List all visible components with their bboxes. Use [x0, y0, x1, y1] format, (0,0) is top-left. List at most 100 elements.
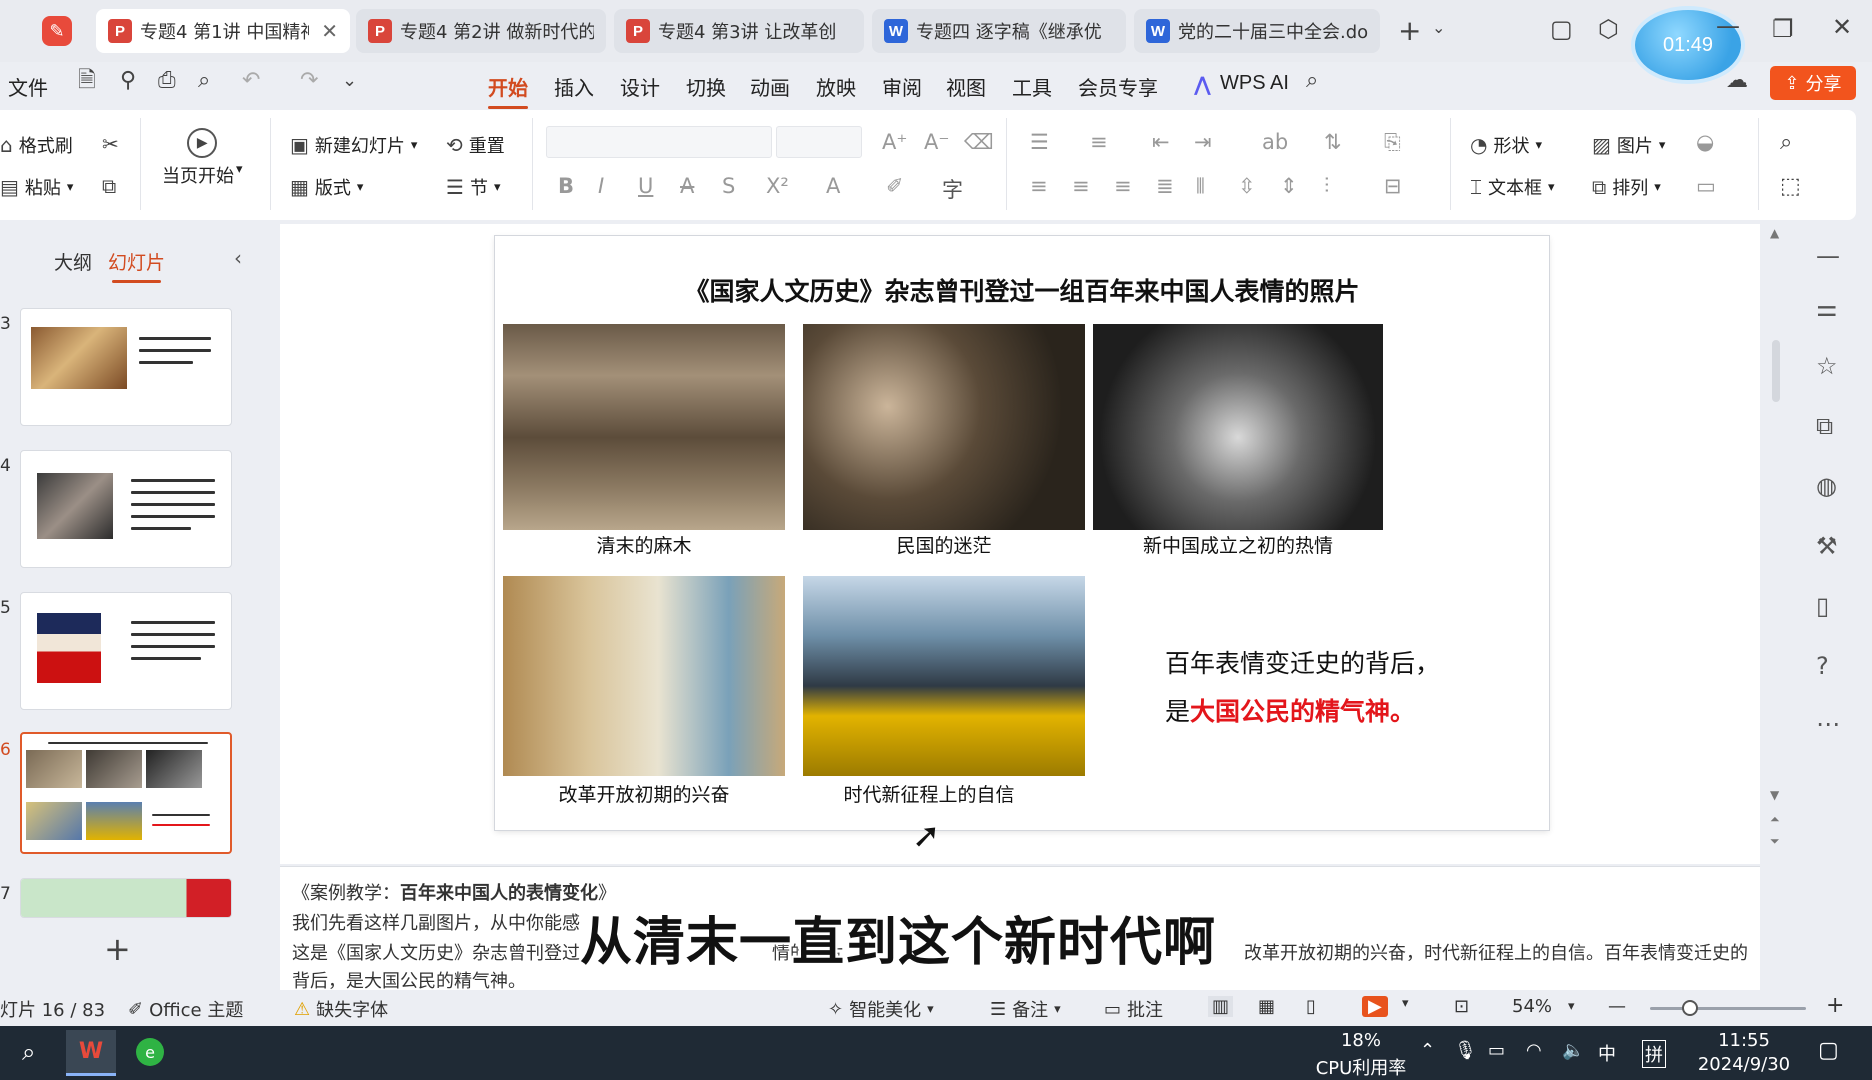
ime-language[interactable]: 中	[1598, 1040, 1616, 1066]
sort-icon[interactable]: ⇅	[1324, 130, 1342, 154]
menu-animation[interactable]: 动画	[750, 72, 790, 101]
tab-document-3[interactable]: P 专题4 第3讲 让改革创	[614, 9, 864, 53]
align-center-icon[interactable]: ≡	[1072, 174, 1090, 198]
zoom-in-icon[interactable]: +	[1826, 993, 1844, 1018]
normal-view-icon[interactable]: ▥	[1208, 996, 1234, 1017]
chat-icon[interactable]: ⧉	[1816, 412, 1833, 440]
wps-app-icon[interactable]: W	[66, 1030, 116, 1076]
find-icon[interactable]: ⌕	[1780, 130, 1792, 155]
underline-icon[interactable]: U	[638, 174, 653, 198]
new-slide-button[interactable]: ▣ 新建幻灯片 ▾	[290, 132, 417, 158]
grid-view-icon[interactable]: ▦	[1258, 996, 1275, 1017]
slide-thumbnail-4[interactable]	[20, 450, 232, 568]
slide-thumbnail-7[interactable]	[20, 878, 232, 918]
summary-line-2[interactable]: 是大国公民的精气神。	[1165, 692, 1415, 728]
notification-icon[interactable]: ▢	[1818, 1038, 1839, 1063]
battery-icon[interactable]: ▭	[1488, 1040, 1505, 1061]
menu-wps-ai[interactable]: WPS AI	[1220, 72, 1289, 95]
justify-icon[interactable]: ≣	[1156, 174, 1174, 198]
caption-late-qing[interactable]: 清末的麻木	[503, 531, 785, 558]
clock-time[interactable]: 11:55	[1684, 1030, 1804, 1051]
clear-format-icon[interactable]: ⌫	[964, 130, 994, 154]
redo-icon[interactable]: ↷	[300, 70, 318, 92]
slide-thumbnail-5[interactable]	[20, 592, 232, 710]
caption-republic-era[interactable]: 民国的迷茫	[803, 531, 1085, 558]
menu-file[interactable]: 文件	[8, 72, 48, 101]
photo-new-china[interactable]	[1093, 324, 1383, 530]
close-window-icon[interactable]: ✕	[1832, 15, 1852, 39]
tab-document-1[interactable]: P 专题4 第1讲 中国精神 ✕	[96, 9, 350, 53]
align-right-icon[interactable]: ≡	[1114, 174, 1132, 198]
reset-button[interactable]: ⟲ 重置	[446, 132, 505, 158]
wifi-icon[interactable]: ◠	[1526, 1040, 1542, 1061]
new-tab-icon[interactable]: +	[1398, 17, 1421, 45]
shadow-icon[interactable]: S	[722, 174, 735, 198]
paste-button[interactable]: ▤ 粘贴 ▾	[0, 174, 73, 200]
text-align-box-icon[interactable]: ⊟	[1384, 174, 1402, 198]
copy-icon[interactable]: ⧉	[102, 174, 116, 198]
notes-button[interactable]: ☰ 备注 ▾	[990, 996, 1061, 1022]
photo-reform-era[interactable]	[503, 576, 785, 776]
print-icon[interactable]: ⎙	[158, 70, 176, 92]
caption-new-china[interactable]: 新中国成立之初的热情	[1093, 531, 1383, 558]
scroll-up-icon[interactable]: ▲	[1770, 226, 1779, 240]
menu-insert[interactable]: 插入	[554, 72, 594, 101]
zoom-out-icon[interactable]: —	[1608, 996, 1626, 1017]
minimize-panel-icon[interactable]: —	[1816, 242, 1840, 270]
caption-new-era[interactable]: 时代新征程上的自信	[803, 780, 1055, 807]
tab-document-5[interactable]: W 党的二十届三中全会.do	[1134, 9, 1380, 53]
reading-view-icon[interactable]: ▯	[1306, 996, 1316, 1017]
current-slide[interactable]: 《国家人文历史》杂志曾刊登过一组百年来中国人表情的照片 清末的麻木 民国的迷茫 …	[495, 236, 1549, 830]
minimize-icon[interactable]: —	[1716, 14, 1740, 38]
scroll-down-icon[interactable]: ▼	[1770, 788, 1779, 802]
undo-icon[interactable]: ↶	[242, 70, 260, 92]
paragraph-spacing-icon[interactable]: ⇕	[1280, 174, 1298, 198]
convert-icon[interactable]: ⎘	[1384, 130, 1401, 155]
star-icon[interactable]: ☆	[1816, 352, 1838, 380]
missing-font-button[interactable]: ⚠ 缺失字体	[294, 996, 388, 1022]
line-spacing-icon[interactable]: ⇳	[1238, 174, 1256, 198]
collapse-panel-icon[interactable]: ‹	[234, 246, 242, 270]
tab-document-4[interactable]: W 专题四 逐字稿《继承优	[872, 9, 1126, 53]
more-quick-access-icon[interactable]: ⌄	[342, 72, 357, 90]
decrease-indent-icon[interactable]: ⇤	[1152, 130, 1170, 154]
tab-outline[interactable]: 大纲	[54, 248, 92, 275]
adjust-icon[interactable]: ⚌	[1816, 294, 1838, 322]
phonetic-icon[interactable]: 字	[942, 174, 963, 204]
picture-button[interactable]: ▨ 图片 ▾	[1592, 132, 1665, 158]
play-from-current-button[interactable]: ▶ 当页开始 ▾	[162, 128, 243, 188]
tab-document-2[interactable]: P 专题4 第2讲 做新时代的	[356, 9, 606, 53]
fit-window-icon[interactable]: ⊡	[1454, 996, 1469, 1017]
shape-button[interactable]: ◔ 形状 ▾	[1470, 132, 1542, 158]
outline-icon[interactable]: ▭	[1696, 174, 1716, 198]
clock-date[interactable]: 2024/9/30	[1684, 1054, 1804, 1075]
volume-icon[interactable]: 🔈	[1562, 1040, 1584, 1061]
distribute-icon[interactable]: ⫴	[1196, 174, 1205, 199]
photo-late-qing[interactable]	[503, 324, 785, 530]
theme-button[interactable]: ✐ Office 主题	[128, 996, 243, 1022]
bold-icon[interactable]: B	[558, 174, 574, 198]
app-logo-icon[interactable]: ✎	[42, 16, 72, 46]
ime-pinyin[interactable]: 拼	[1642, 1040, 1666, 1068]
animation-icon[interactable]: ◍	[1816, 472, 1837, 500]
summary-line-1[interactable]: 百年表情变迁史的背后，	[1165, 644, 1440, 680]
bullet-list-icon[interactable]: ☰	[1030, 130, 1049, 154]
browser-app-icon[interactable]: e	[136, 1038, 164, 1066]
font-size-dropdown[interactable]	[776, 126, 862, 158]
font-color-icon[interactable]: A	[826, 174, 840, 198]
zoom-slider-track[interactable]	[1650, 1007, 1806, 1010]
caption-reform-era[interactable]: 改革开放初期的兴奋	[503, 780, 785, 807]
select-icon[interactable]: ⬚	[1780, 174, 1801, 199]
canvas-scrollbar[interactable]	[1772, 340, 1780, 402]
menu-design[interactable]: 设计	[620, 72, 660, 101]
numbered-list-icon[interactable]: ≡	[1090, 130, 1108, 154]
italic-icon[interactable]: I	[598, 174, 604, 198]
book-icon[interactable]: ▯	[1816, 592, 1829, 620]
restore-icon[interactable]: ❐	[1772, 17, 1794, 41]
section-button[interactable]: ☰ 节 ▾	[446, 174, 500, 200]
zoom-slider-handle[interactable]	[1682, 1000, 1698, 1016]
tab-slides[interactable]: 幻灯片	[108, 248, 165, 283]
menu-member[interactable]: 会员专享	[1078, 72, 1158, 101]
help-icon[interactable]: ?	[1816, 652, 1829, 680]
slide-title[interactable]: 《国家人文历史》杂志曾刊登过一组百年来中国人表情的照片	[495, 272, 1549, 308]
